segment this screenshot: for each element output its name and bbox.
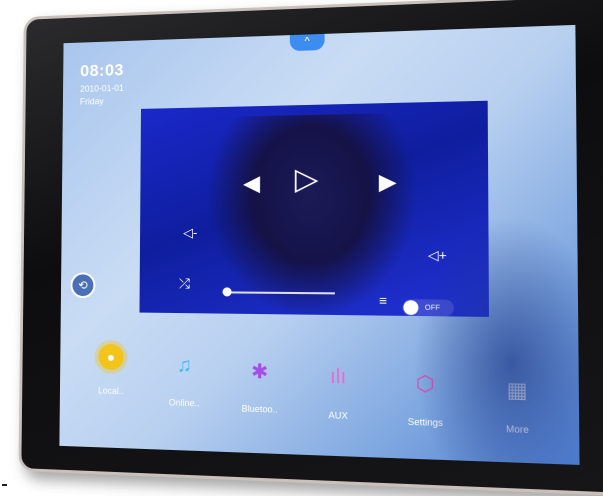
home-screen: ^ 08:03 2010-01-01 Friday ◀ ▷ ▶ ◁- ◁+ ⤮ … bbox=[59, 24, 580, 465]
dock-label-more: More bbox=[505, 423, 529, 436]
music-note-icon: ♫ bbox=[176, 353, 192, 377]
dock-item-bluetooth[interactable]: ✱ Bluetoo.. bbox=[224, 354, 295, 415]
dock-item-more[interactable]: ▦ More bbox=[478, 372, 556, 436]
dock-label-aux: AUX bbox=[328, 410, 348, 421]
volume-down-icon[interactable]: ◁- bbox=[183, 225, 197, 241]
aux-bars-icon: ılı bbox=[329, 364, 347, 389]
app-dock: ● Local.. ♫ Online.. ✱ Bluetoo.. ılı AUX… bbox=[77, 335, 566, 451]
next-track-button[interactable]: ▶ bbox=[379, 169, 397, 196]
album-artwork bbox=[208, 112, 416, 317]
volume-up-icon[interactable]: ◁+ bbox=[428, 247, 447, 264]
dock-item-online[interactable]: ♫ Online.. bbox=[150, 349, 220, 409]
usb-disk-icon: ● bbox=[98, 343, 124, 371]
equalizer-icon[interactable]: ≡ bbox=[379, 293, 387, 309]
toggle-knob bbox=[403, 300, 419, 315]
dock-label-local: Local.. bbox=[97, 385, 124, 397]
music-player-card: ◀ ▷ ▶ ◁- ◁+ ⤮ ≡ OFF bbox=[139, 100, 489, 317]
more-grid-icon: ▦ bbox=[506, 378, 528, 403]
previous-track-button[interactable]: ◀ bbox=[243, 170, 260, 196]
clock-day: Friday bbox=[79, 96, 104, 107]
dock-label-online: Online.. bbox=[168, 397, 200, 409]
stand-edge bbox=[2, 484, 7, 486]
dock-label-bluetooth: Bluetoo.. bbox=[241, 403, 278, 415]
clock-date: 2010-01-01 bbox=[79, 82, 124, 94]
tablet-device: ^ 08:03 2010-01-01 Friday ◀ ▷ ▶ ◁- ◁+ ⤮ … bbox=[18, 0, 603, 496]
bluetooth-icon: ✱ bbox=[251, 360, 269, 384]
dock-item-aux[interactable]: ılı AUX bbox=[302, 360, 375, 422]
dock-label-settings: Settings bbox=[407, 416, 443, 429]
dock-item-local[interactable]: ● Local.. bbox=[77, 343, 145, 396]
play-button[interactable]: ▷ bbox=[295, 161, 319, 197]
pull-down-tab[interactable]: ^ bbox=[289, 33, 325, 52]
dock-item-settings[interactable]: ⬡ Settings bbox=[388, 366, 464, 429]
clock-time: 08:03 bbox=[80, 60, 125, 81]
rotate-icon[interactable]: ⟲ bbox=[70, 272, 96, 299]
play-mode-toggle[interactable]: OFF bbox=[402, 299, 455, 317]
shuffle-icon[interactable]: ⤮ bbox=[179, 275, 190, 292]
toggle-label: OFF bbox=[424, 304, 440, 312]
clock-widget: 08:03 2010-01-01 Friday bbox=[80, 61, 124, 107]
settings-hexagon-icon: ⬡ bbox=[415, 372, 435, 396]
